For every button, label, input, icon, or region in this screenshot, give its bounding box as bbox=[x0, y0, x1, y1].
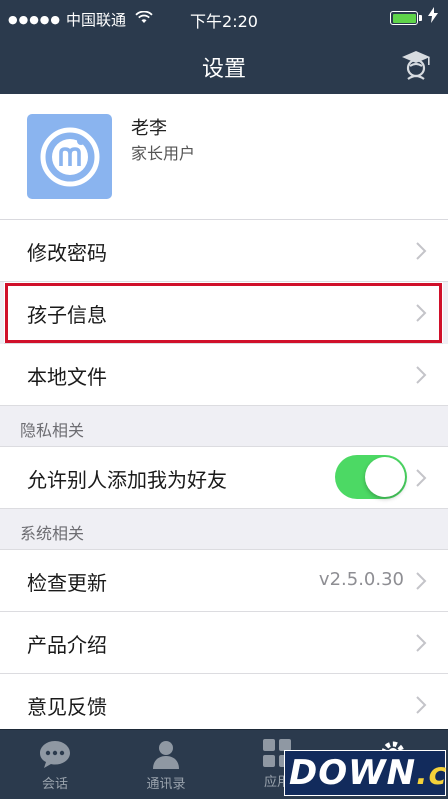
profile-card[interactable]: 老李 家长用户 bbox=[0, 94, 448, 220]
settings-list: 老李 家长用户 修改密码 孩子信息 本地文件 隐私相关 允许别人添加我为好友 系… bbox=[0, 94, 448, 736]
chevron-right-icon bbox=[416, 366, 427, 384]
battery-icon bbox=[390, 11, 422, 25]
row-label: 修改密码 bbox=[27, 241, 107, 265]
page-title: 设置 bbox=[201, 57, 246, 82]
tab-contacts[interactable]: 通讯录 bbox=[121, 730, 211, 799]
profile-role: 家长用户 bbox=[131, 144, 196, 163]
system-section-header: 系统相关 bbox=[0, 509, 448, 550]
chevron-right-icon bbox=[416, 469, 427, 487]
navigation-bar: 设置 bbox=[0, 36, 448, 94]
chevron-right-icon bbox=[416, 572, 427, 590]
toggle-knob bbox=[365, 457, 405, 497]
tab-chat[interactable]: 会话 bbox=[10, 730, 100, 799]
avatar bbox=[27, 114, 112, 199]
chevron-right-icon bbox=[416, 634, 427, 652]
check-update-row[interactable]: 检查更新 v2.5.0.30 bbox=[0, 550, 448, 612]
version-number: v2.5.0.30 bbox=[318, 569, 404, 590]
change-password-row[interactable]: 修改密码 bbox=[0, 220, 448, 282]
feedback-row[interactable]: 意见反馈 bbox=[0, 674, 448, 736]
allow-add-friend-row[interactable]: 允许别人添加我为好友 bbox=[0, 447, 448, 509]
row-label: 检查更新 bbox=[27, 571, 107, 595]
row-label: 产品介绍 bbox=[27, 633, 107, 657]
allow-add-friend-toggle[interactable] bbox=[335, 455, 407, 499]
profile-name: 老李 bbox=[131, 118, 167, 139]
charging-icon bbox=[428, 7, 438, 27]
tab-label: 会话 bbox=[41, 777, 68, 792]
child-info-row[interactable]: 孩子信息 bbox=[4, 282, 443, 344]
watermark-logo: DOWN.cc bbox=[284, 750, 448, 796]
row-label: 允许别人添加我为好友 bbox=[27, 468, 227, 492]
privacy-section-header: 隐私相关 bbox=[0, 406, 448, 447]
chat-icon bbox=[40, 741, 70, 768]
row-label: 意见反馈 bbox=[27, 695, 107, 719]
status-time: 下午2:20 bbox=[190, 12, 258, 31]
chevron-right-icon bbox=[416, 696, 427, 714]
chevron-right-icon bbox=[416, 304, 427, 322]
section-title: 系统相关 bbox=[20, 524, 85, 543]
chevron-right-icon bbox=[416, 242, 427, 260]
graduation-cap-icon[interactable] bbox=[398, 46, 434, 82]
tab-label: 通讯录 bbox=[146, 777, 186, 792]
product-intro-row[interactable]: 产品介绍 bbox=[0, 612, 448, 674]
row-label: 本地文件 bbox=[27, 365, 107, 389]
section-title: 隐私相关 bbox=[20, 421, 85, 440]
contacts-icon bbox=[153, 741, 179, 769]
row-label: 孩子信息 bbox=[27, 303, 107, 327]
local-files-row[interactable]: 本地文件 bbox=[0, 344, 448, 406]
status-bar: ●●●●● 中国联通 下午2:20 bbox=[0, 0, 448, 36]
